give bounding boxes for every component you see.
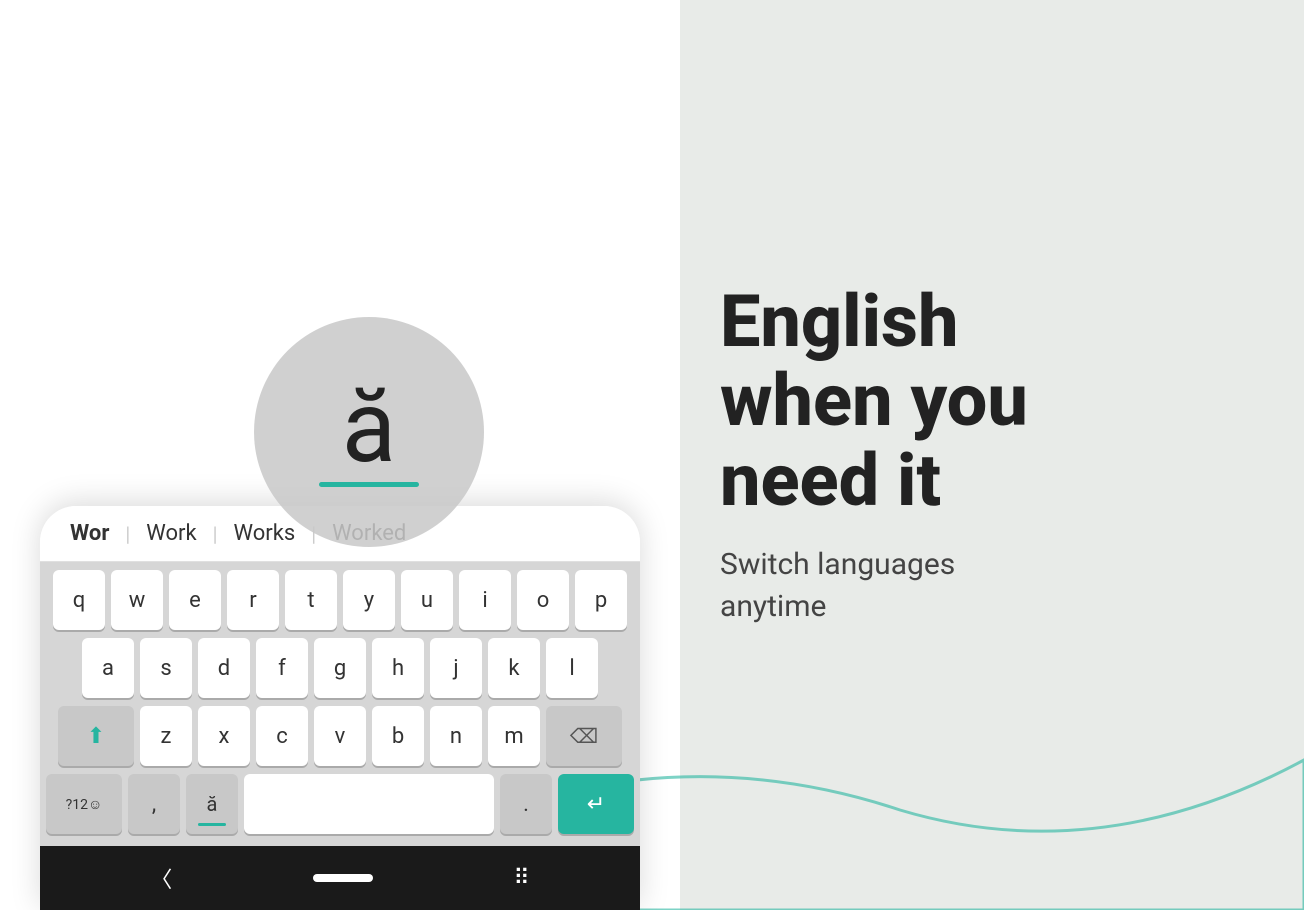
left-panel: Wor | Work | Works | Worked q w e r t y …: [0, 0, 680, 910]
key-q[interactable]: q: [53, 570, 105, 630]
phone-mockup: Wor | Work | Works | Worked q w e r t y …: [40, 506, 640, 910]
key-shift[interactable]: ⬆: [58, 706, 134, 766]
key-u[interactable]: u: [401, 570, 453, 630]
key-delete[interactable]: ⌫: [546, 706, 622, 766]
subtext: Switch languagesanytime: [720, 544, 1244, 628]
divider-1: |: [125, 522, 130, 546]
key-p[interactable]: p: [575, 570, 627, 630]
key-y[interactable]: y: [343, 570, 395, 630]
key-h[interactable]: h: [372, 638, 424, 698]
key-e[interactable]: e: [169, 570, 221, 630]
abreve-underline: [198, 823, 226, 826]
key-r[interactable]: r: [227, 570, 279, 630]
suggestion-works[interactable]: Works: [220, 521, 310, 546]
key-x[interactable]: x: [198, 706, 250, 766]
key-n[interactable]: n: [430, 706, 482, 766]
key-row-bottom: ?12☺ , ă . ↵: [46, 774, 634, 834]
key-abreve[interactable]: ă: [186, 774, 238, 834]
key-num[interactable]: ?12☺: [46, 774, 122, 834]
key-space[interactable]: [244, 774, 494, 834]
key-b[interactable]: b: [372, 706, 424, 766]
nav-back-button[interactable]: 〈: [150, 862, 172, 894]
divider-2: |: [213, 522, 218, 546]
key-k[interactable]: k: [488, 638, 540, 698]
backspace-icon: ⌫: [570, 724, 598, 748]
key-popup: ă: [254, 317, 484, 547]
key-l[interactable]: l: [546, 638, 598, 698]
enter-icon: ↵: [587, 792, 605, 817]
key-v[interactable]: v: [314, 706, 366, 766]
key-j[interactable]: j: [430, 638, 482, 698]
keyboard-area: q w e r t y u i o p a s d f g h j k: [40, 562, 640, 846]
key-enter[interactable]: ↵: [558, 774, 634, 834]
nav-bar: 〈 ⠿: [40, 846, 640, 910]
right-panel: Englishwhen youneed it Switch languagesa…: [680, 0, 1304, 910]
key-period[interactable]: .: [500, 774, 552, 834]
key-w[interactable]: w: [111, 570, 163, 630]
key-d[interactable]: d: [198, 638, 250, 698]
suggestion-work[interactable]: Work: [132, 521, 210, 546]
nav-home-button[interactable]: [313, 874, 373, 882]
key-f[interactable]: f: [256, 638, 308, 698]
headline: Englishwhen youneed it: [720, 282, 1244, 520]
key-t[interactable]: t: [285, 570, 337, 630]
key-z[interactable]: z: [140, 706, 192, 766]
key-a[interactable]: a: [82, 638, 134, 698]
key-o[interactable]: o: [517, 570, 569, 630]
key-row-1: q w e r t y u i o p: [46, 570, 634, 630]
shift-icon: ⬆: [87, 724, 105, 749]
key-g[interactable]: g: [314, 638, 366, 698]
popup-char: ă: [342, 378, 396, 478]
key-m[interactable]: m: [488, 706, 540, 766]
popup-underline: [319, 482, 419, 487]
key-c[interactable]: c: [256, 706, 308, 766]
key-s[interactable]: s: [140, 638, 192, 698]
key-comma[interactable]: ,: [128, 774, 180, 834]
key-row-2: a s d f g h j k l: [46, 638, 634, 698]
suggestion-wor[interactable]: Wor: [56, 521, 123, 546]
key-i[interactable]: i: [459, 570, 511, 630]
key-row-3: ⬆ z x c v b n m ⌫: [46, 706, 634, 766]
nav-apps-button[interactable]: ⠿: [514, 866, 530, 891]
